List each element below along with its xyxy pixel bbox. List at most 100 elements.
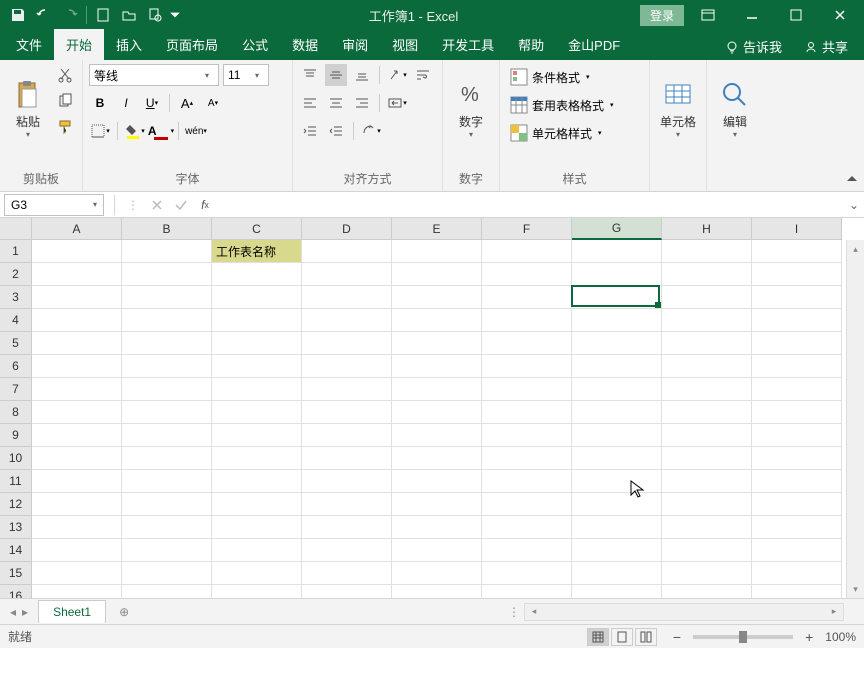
merge-cells-icon[interactable]: ▾ — [386, 92, 408, 114]
sheet-menu-icon[interactable]: ⋮ — [504, 605, 524, 619]
cell[interactable] — [662, 493, 752, 516]
share-button[interactable]: 共享 — [796, 33, 856, 60]
cell[interactable] — [302, 424, 392, 447]
sheet-tab[interactable]: Sheet1 — [38, 600, 106, 623]
tab-review[interactable]: 审阅 — [330, 29, 380, 60]
horizontal-scrollbar[interactable]: ◂ ▸ — [524, 603, 844, 621]
cell[interactable] — [662, 424, 752, 447]
ribbon-display-icon[interactable] — [688, 1, 728, 29]
cell[interactable] — [482, 309, 572, 332]
cell[interactable] — [752, 585, 842, 598]
align-top-icon[interactable] — [299, 64, 321, 86]
cell[interactable] — [752, 240, 842, 263]
column-header[interactable]: C — [212, 218, 302, 240]
phonetic-icon[interactable]: wén▾ — [185, 120, 207, 142]
cell[interactable] — [662, 263, 752, 286]
cell[interactable] — [482, 447, 572, 470]
cell[interactable] — [392, 585, 482, 598]
cell[interactable] — [212, 401, 302, 424]
cell[interactable] — [482, 516, 572, 539]
cell[interactable] — [662, 309, 752, 332]
cell[interactable] — [302, 470, 392, 493]
row-header[interactable]: 2 — [0, 263, 32, 286]
cell[interactable] — [212, 493, 302, 516]
confirm-edit-icon[interactable] — [169, 194, 193, 216]
cell[interactable] — [392, 401, 482, 424]
cell[interactable] — [482, 355, 572, 378]
cell[interactable] — [32, 516, 122, 539]
tab-wps-pdf[interactable]: 金山PDF — [556, 29, 632, 60]
zoom-slider[interactable] — [693, 635, 793, 639]
cut-icon[interactable] — [54, 64, 76, 86]
orientation-icon[interactable]: ▾ — [386, 64, 408, 86]
cell[interactable] — [662, 470, 752, 493]
cell[interactable] — [572, 401, 662, 424]
rotate-text-icon[interactable]: ▾ — [360, 120, 382, 142]
cell[interactable] — [572, 562, 662, 585]
shrink-font-icon[interactable]: A▾ — [202, 92, 224, 114]
tab-data[interactable]: 数据 — [280, 29, 330, 60]
cell[interactable] — [32, 493, 122, 516]
cell[interactable] — [752, 378, 842, 401]
cell[interactable] — [572, 447, 662, 470]
cell[interactable] — [392, 516, 482, 539]
grow-font-icon[interactable]: A▴ — [176, 92, 198, 114]
cell[interactable] — [392, 332, 482, 355]
cell[interactable] — [302, 516, 392, 539]
scroll-left-icon[interactable]: ◂ — [525, 604, 543, 620]
row-header[interactable]: 11 — [0, 470, 32, 493]
cell[interactable] — [212, 355, 302, 378]
column-header[interactable]: F — [482, 218, 572, 240]
row-header[interactable]: 8 — [0, 401, 32, 424]
vertical-scrollbar[interactable]: ▴ ▾ — [846, 240, 864, 598]
row-header[interactable]: 1 — [0, 240, 32, 263]
cell[interactable] — [212, 516, 302, 539]
cell[interactable] — [32, 263, 122, 286]
cell[interactable] — [392, 562, 482, 585]
tell-me-button[interactable]: 告诉我 — [717, 33, 790, 60]
cell[interactable] — [392, 263, 482, 286]
cell[interactable] — [122, 447, 212, 470]
cell[interactable] — [752, 516, 842, 539]
number-format-button[interactable]: % 数字 ▾ — [449, 64, 493, 154]
cell[interactable] — [212, 309, 302, 332]
cell[interactable] — [572, 493, 662, 516]
cancel-edit-icon[interactable] — [145, 194, 169, 216]
login-button[interactable]: 登录 — [640, 5, 684, 26]
column-header[interactable]: E — [392, 218, 482, 240]
new-icon[interactable] — [91, 3, 115, 27]
cell[interactable] — [482, 401, 572, 424]
cell[interactable] — [662, 401, 752, 424]
cell[interactable] — [662, 378, 752, 401]
cell[interactable] — [122, 562, 212, 585]
cell-styles-button[interactable]: 单元格样式▾ — [506, 120, 606, 146]
decrease-indent-icon[interactable] — [299, 120, 321, 142]
cell[interactable] — [302, 240, 392, 263]
cell[interactable] — [392, 470, 482, 493]
cell[interactable] — [32, 401, 122, 424]
cell[interactable] — [122, 585, 212, 598]
row-header[interactable]: 16 — [0, 585, 32, 598]
cell[interactable] — [482, 240, 572, 263]
redo-icon[interactable] — [58, 3, 82, 27]
name-box-dropdown-icon[interactable]: ▾ — [93, 200, 97, 209]
open-icon[interactable] — [117, 3, 141, 27]
cell[interactable]: 工作表名称 — [212, 240, 302, 263]
cell[interactable] — [482, 493, 572, 516]
underline-button[interactable]: U▾ — [141, 92, 163, 114]
cell[interactable] — [32, 286, 122, 309]
select-all-corner[interactable] — [0, 218, 32, 240]
maximize-icon[interactable] — [776, 1, 816, 29]
cell[interactable] — [392, 309, 482, 332]
cell[interactable] — [752, 424, 842, 447]
cell[interactable] — [212, 470, 302, 493]
cell[interactable] — [482, 470, 572, 493]
borders-icon[interactable]: ▾ — [89, 120, 111, 142]
cell[interactable] — [752, 286, 842, 309]
sheet-next-icon[interactable]: ▸ — [20, 605, 30, 619]
cell[interactable] — [122, 309, 212, 332]
paste-button[interactable]: 粘贴 ▾ — [6, 64, 50, 154]
cell[interactable] — [572, 470, 662, 493]
cell[interactable] — [302, 539, 392, 562]
cell[interactable] — [212, 539, 302, 562]
